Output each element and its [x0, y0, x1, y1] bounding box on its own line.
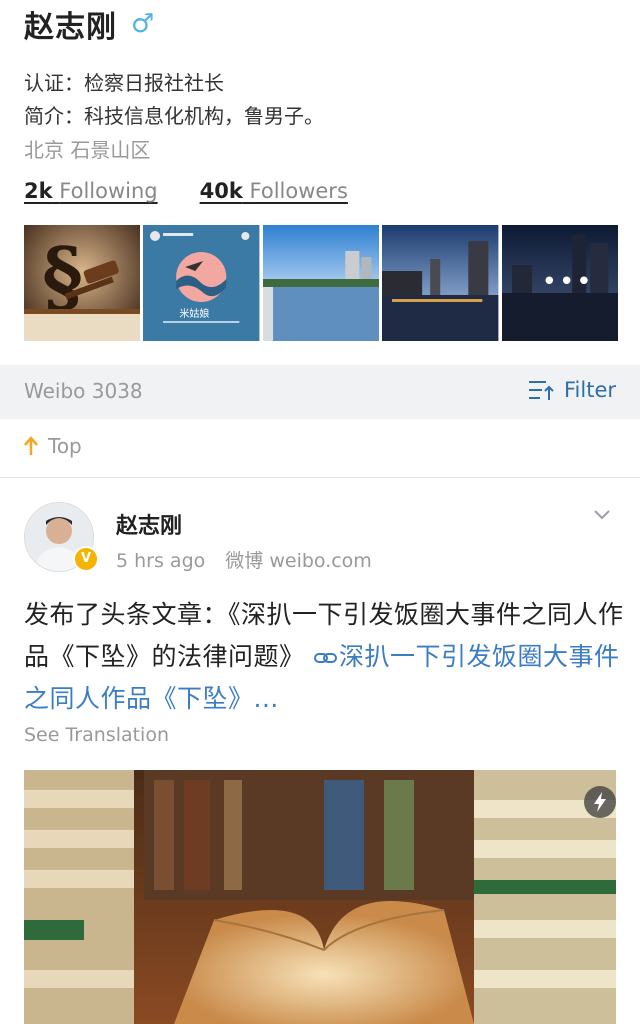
top-arrow-icon [24, 436, 38, 455]
followers-count: 40k [199, 179, 243, 203]
weibo-tab-bar: Weibo 3038 Filter [0, 365, 640, 419]
album-card-title: 米姑娘 [179, 309, 210, 320]
post-options-chevron-icon[interactable] [592, 508, 612, 522]
post-body: 发布了头条文章：《深扒一下引发饭圈大事件之同人作品《下坠》的法律问题》 深扒一下… [24, 594, 624, 720]
post-article-image[interactable] [24, 770, 616, 1024]
filter-button[interactable]: Filter [528, 378, 616, 402]
filter-label: Filter [563, 378, 616, 402]
post-author-name[interactable]: 赵志刚 [116, 508, 182, 540]
album-photo-gavel[interactable]: § [24, 225, 141, 341]
top-pinned-link[interactable]: Top [24, 434, 82, 458]
section-divider [0, 477, 640, 478]
location-text: 北京 石景山区 [24, 138, 151, 162]
album-photo-article-card[interactable]: 米姑娘 [143, 225, 260, 341]
album-photo-river-dusk[interactable] [382, 225, 499, 341]
verification-text: 认证：检察日报社社长 [24, 71, 224, 95]
followers-link[interactable]: 40k Followers [200, 179, 348, 203]
follow-stats: 2k Following 40k Followers [24, 179, 390, 203]
followers-label: Followers [249, 179, 348, 203]
post-meta: 5 hrs ago 微博 weibo.com [116, 546, 372, 573]
bio-text: 简介：科技信息化机构，鲁男子。 [24, 104, 324, 128]
see-translation-link[interactable]: See Translation [24, 724, 169, 746]
following-link[interactable]: 2k Following [24, 179, 158, 203]
profile-header: 赵志刚 ♂ [24, 2, 154, 46]
following-label: Following [59, 179, 158, 203]
post-time: 5 hrs ago [116, 550, 206, 572]
filter-icon [528, 381, 554, 400]
quick-view-bolt-icon[interactable] [584, 786, 616, 818]
svg-text:§: § [42, 231, 83, 322]
link-icon [313, 653, 337, 663]
top-label: Top [48, 434, 82, 458]
album-photo-night-city[interactable]: ••• [501, 225, 619, 341]
post-source: 微博 weibo.com [225, 550, 372, 572]
photo-album-strip: § 米姑娘 ••• [24, 225, 619, 341]
weibo-count: Weibo 3038 [24, 379, 143, 403]
verified-badge-icon: V [73, 546, 99, 572]
following-count: 2k [24, 179, 53, 203]
more-photos-icon: ••• [541, 267, 594, 297]
profile-name: 赵志刚 [24, 10, 117, 45]
album-photo-river-day[interactable] [262, 225, 380, 341]
male-gender-icon: ♂ [131, 9, 155, 39]
